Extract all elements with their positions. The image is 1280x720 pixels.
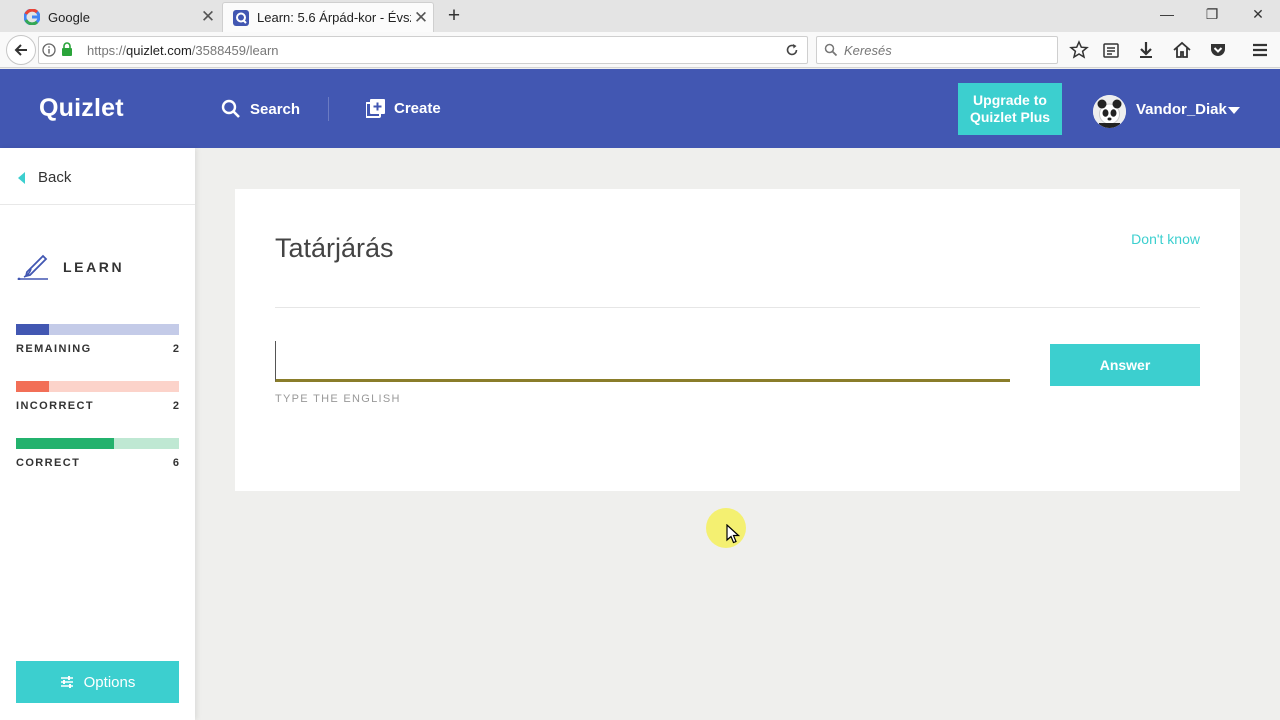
url-text[interactable]: https://quizlet.com/3588459/learn	[87, 43, 279, 58]
answer-input[interactable]	[275, 341, 1010, 382]
options-label: Options	[83, 673, 136, 691]
quizlet-favicon-icon	[233, 9, 249, 26]
progress-fill	[16, 438, 114, 449]
back-label: Back	[38, 169, 72, 186]
progress-fill	[16, 324, 49, 335]
download-icon[interactable]	[1136, 40, 1156, 60]
browser-search-input[interactable]: Keresés	[816, 36, 1058, 64]
stat-label: CORRECT	[16, 457, 81, 469]
header-divider	[328, 97, 329, 121]
upgrade-button[interactable]: Upgrade to Quizlet Plus	[958, 83, 1062, 135]
browser-nav-bar: https://quizlet.com/3588459/learn Keresé…	[0, 32, 1280, 68]
url-domain: quizlet.com	[126, 43, 192, 58]
search-label: Search	[250, 100, 301, 118]
back-button[interactable]	[6, 35, 36, 65]
mode-label: LEARN	[63, 259, 125, 275]
google-icon	[24, 9, 40, 25]
learn-sidebar: Back LEARN REMAINING 2 INCORRECT 2 CORRE…	[0, 148, 195, 720]
close-window-icon[interactable]: ✕	[1236, 0, 1280, 30]
stat-label: INCORRECT	[16, 400, 94, 412]
tab-title: Learn: 5.6 Árpád-kor - Évszá	[257, 10, 411, 25]
progress-bar	[16, 438, 179, 449]
stat-count: 2	[172, 400, 179, 412]
header-create-link[interactable]: Create	[366, 99, 441, 118]
sliders-icon	[60, 676, 73, 688]
menu-icon[interactable]	[1250, 40, 1270, 60]
username[interactable]: Vandor_Diak	[1136, 101, 1227, 118]
info-icon[interactable]	[42, 43, 56, 57]
close-tab-icon[interactable]: ✕	[198, 7, 218, 27]
reload-icon[interactable]	[785, 43, 799, 57]
arrow-left-icon	[14, 44, 27, 56]
bookmark-star-icon[interactable]	[1069, 40, 1089, 60]
sidebar-divider	[0, 204, 195, 205]
browser-tab-google[interactable]: Google ✕	[14, 2, 220, 32]
learn-pen-icon	[17, 254, 48, 280]
options-button[interactable]: Options	[16, 661, 179, 703]
pocket-icon[interactable]	[1208, 40, 1228, 60]
panda-avatar-icon	[1093, 95, 1126, 128]
search-icon	[221, 99, 240, 118]
restore-icon[interactable]: ❐	[1190, 0, 1234, 30]
quizlet-logo[interactable]: Quizlet	[39, 94, 124, 123]
avatar[interactable]	[1093, 95, 1126, 128]
progress-remaining: REMAINING 2	[16, 324, 179, 355]
url-bar[interactable]: https://quizlet.com/3588459/learn	[38, 36, 808, 64]
search-placeholder: Keresés	[844, 43, 892, 58]
minimize-icon[interactable]: —	[1145, 0, 1189, 30]
card-divider	[275, 307, 1200, 308]
progress-correct: CORRECT 6	[16, 438, 179, 469]
header-search-link[interactable]: Search	[221, 99, 300, 119]
progress-bar	[16, 381, 179, 392]
stat-label: REMAINING	[16, 343, 92, 355]
back-link[interactable]: Back	[18, 169, 71, 186]
tab-title: Google	[48, 9, 90, 25]
mouse-cursor-icon	[726, 524, 740, 544]
search-icon	[824, 43, 838, 57]
url-path: /3588459/learn	[191, 43, 279, 58]
input-hint: TYPE THE ENGLISH	[275, 393, 401, 405]
stat-count: 6	[172, 457, 179, 469]
progress-fill	[16, 381, 49, 392]
mode-title: LEARN	[17, 254, 124, 280]
create-label: Create	[394, 100, 441, 117]
browser-tab-bar: Google ✕ Learn: 5.6 Árpád-kor - Évszá ✕ …	[0, 0, 1280, 32]
close-tab-icon[interactable]: ✕	[411, 8, 431, 28]
url-prefix: https://	[87, 43, 127, 58]
site-header: Quizlet Search Create Upgrade to Quizlet…	[0, 69, 1280, 148]
chevron-down-icon[interactable]	[1228, 107, 1240, 114]
question-term: Tatárjárás	[275, 233, 394, 263]
create-icon	[366, 99, 385, 118]
reading-list-icon[interactable]	[1101, 40, 1121, 60]
stat-count: 2	[172, 343, 179, 355]
browser-tab-quizlet[interactable]: Learn: 5.6 Árpád-kor - Évszá ✕	[222, 2, 434, 32]
back-arrow-icon	[18, 171, 25, 184]
new-tab-button[interactable]: +	[444, 3, 464, 29]
upgrade-line1: Upgrade to	[973, 92, 1047, 108]
progress-bar	[16, 324, 179, 335]
progress-incorrect: INCORRECT 2	[16, 381, 179, 412]
home-icon[interactable]	[1172, 40, 1192, 60]
question-card: Tatárjárás Don't know TYPE THE ENGLISH A…	[235, 189, 1240, 491]
lock-icon[interactable]	[61, 42, 73, 57]
upgrade-line2: Quizlet Plus	[969, 109, 1051, 125]
answer-button[interactable]: Answer	[1050, 344, 1200, 386]
dont-know-link[interactable]: Don't know	[1131, 231, 1200, 247]
